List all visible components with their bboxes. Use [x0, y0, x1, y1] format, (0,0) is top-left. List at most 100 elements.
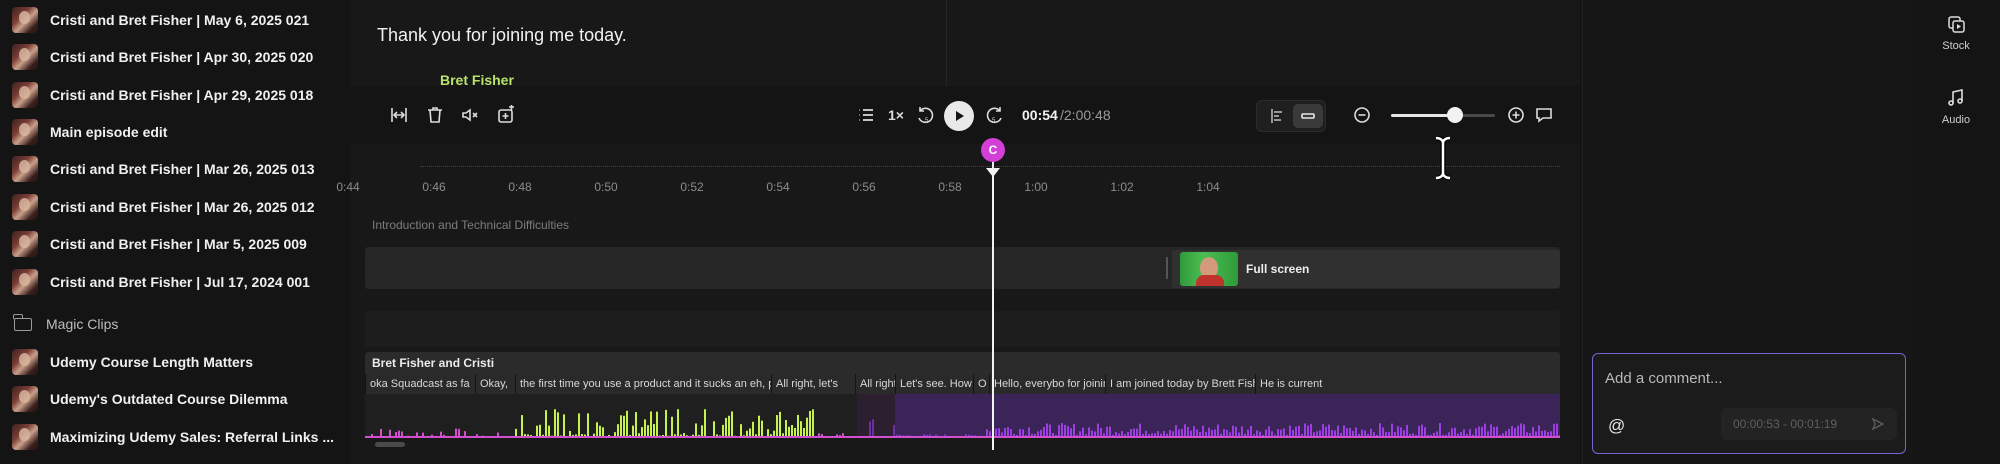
project-thumbnail	[12, 231, 38, 257]
timeline-toolbar: 1× 5 5 00:54 /2:00:48	[350, 86, 1580, 144]
skip-back-button[interactable]: 5	[910, 100, 940, 130]
project-item[interactable]: Cristi and Bret Fisher | Mar 26, 2025 01…	[12, 192, 315, 222]
playhead-handle[interactable]	[986, 168, 1000, 177]
clip-thumbnail	[12, 386, 38, 412]
timeline-scrollbar[interactable]	[375, 442, 405, 447]
ruler-baseline	[420, 166, 1560, 167]
project-item[interactable]: Cristi and Bret Fisher | Mar 26, 2025 01…	[12, 154, 315, 184]
zoom-out-icon	[1354, 107, 1370, 123]
word-segment[interactable]: All right, let's	[771, 374, 855, 394]
ruler-tick: 0:58	[938, 180, 962, 194]
zoom-in-button[interactable]	[1501, 100, 1531, 130]
ruler-tick: 0:54	[766, 180, 790, 194]
stacked-view-button[interactable]	[1262, 104, 1292, 128]
project-item[interactable]: Cristi and Bret Fisher | Mar 5, 2025 009	[12, 229, 307, 259]
project-item[interactable]: Cristi and Bret Fisher | Apr 29, 2025 01…	[12, 80, 313, 110]
word-segment[interactable]: the first time you use a product and it …	[515, 374, 771, 394]
clip-item[interactable]: Udemy's Outdated Course Dilemma	[12, 384, 288, 414]
project-thumbnail	[12, 269, 38, 295]
speaker-mute-icon	[462, 108, 478, 122]
total-duration: /2:00:48	[1060, 107, 1111, 123]
minus-bar-icon	[1301, 113, 1315, 119]
comment-time-range[interactable]: 00:00:53 - 00:01:19	[1721, 408, 1897, 440]
transcript-area[interactable]: Thank you for joining me today. Bret Fis…	[350, 0, 1580, 88]
waveform-region	[857, 394, 895, 438]
rail-audio[interactable]: Audio	[1912, 88, 2000, 126]
clip-thumbnail	[12, 424, 38, 450]
project-item[interactable]: Cristi and Bret Fisher | Jul 17, 2024 00…	[12, 267, 310, 297]
playhead-marker[interactable]: C	[981, 138, 1005, 162]
playhead[interactable]	[992, 142, 994, 450]
project-label: Cristi and Bret Fisher | Mar 26, 2025 01…	[50, 161, 315, 177]
word-segment[interactable]: Okay,	[475, 374, 515, 394]
ruler-tick: 0:56	[852, 180, 876, 194]
compact-view-button[interactable]	[1293, 104, 1323, 128]
zoom-slider-handle[interactable]	[1447, 107, 1464, 123]
ruler-tick: 0:50	[594, 180, 618, 194]
clip-trim-handle[interactable]	[1166, 257, 1168, 279]
add-scene-icon	[498, 105, 514, 123]
word-segment[interactable]: O	[973, 374, 989, 394]
ruler-tick: 0:46	[422, 180, 446, 194]
playback-speed-button[interactable]: 1×	[881, 100, 911, 130]
zoom-out-button[interactable]	[1347, 100, 1377, 130]
comment-input[interactable]	[1605, 370, 1895, 387]
waveform-baseline	[365, 436, 1560, 438]
rail-stock[interactable]: Stock	[1912, 14, 2000, 52]
stock-icon	[1948, 16, 1965, 33]
word-segment[interactable]: All right.	[855, 374, 895, 394]
clip-label: Udemy Course Length Matters	[50, 354, 254, 370]
project-label: Cristi and Bret Fisher | May 6, 2025 021	[50, 12, 310, 28]
align-left-icon	[1271, 109, 1282, 123]
send-icon[interactable]	[1871, 417, 1885, 431]
trash-icon	[428, 107, 442, 123]
timeline-ruler[interactable]: 0:44 0:46 0:48 0:50 0:52 0:54 0:56 0:58 1:00 1:02…	[336, 144, 1580, 198]
word-segment[interactable]: I am joined today by Brett Fisher, my	[1105, 374, 1255, 394]
mention-button[interactable]: @	[1608, 416, 1625, 436]
comments-toggle-button[interactable]	[1529, 100, 1559, 130]
project-item[interactable]: Cristi and Bret Fisher | Apr 30, 2025 02…	[12, 42, 313, 72]
delete-button[interactable]	[420, 100, 450, 130]
scene-clip[interactable]: Full screen	[1172, 250, 1560, 288]
chapter-title: Introduction and Technical Difficulties	[372, 218, 570, 232]
word-track[interactable]: oka Squadcast as fa Okay, the first time y…	[365, 374, 1560, 394]
project-label: Cristi and Bret Fisher | Mar 26, 2025 01…	[50, 199, 315, 215]
mute-button[interactable]	[455, 100, 485, 130]
skip-forward-button[interactable]: 5	[980, 100, 1010, 130]
transcript-line[interactable]: Thank you for joining me today.	[377, 25, 627, 46]
comments-panel: @ 00:00:53 - 00:01:19	[1582, 0, 1912, 464]
asset-rail: Stock Audio	[1912, 0, 2000, 464]
magic-clips-folder[interactable]: Magic Clips	[13, 312, 118, 336]
scene-thumbnail	[1180, 252, 1238, 286]
word-segment[interactable]: He is current	[1255, 374, 1560, 394]
audio-note-icon	[1948, 89, 1963, 106]
clip-item[interactable]: Udemy Course Length Matters	[12, 347, 253, 377]
word-segment[interactable]: Hello, everybo for joining	[989, 374, 1105, 394]
playback-speed: 1×	[888, 107, 904, 123]
zoom-in-icon	[1508, 107, 1524, 123]
transcript-divider	[946, 0, 947, 86]
split-clip-button[interactable]	[384, 100, 414, 130]
current-time: 00:54	[1022, 107, 1058, 123]
add-scene-button[interactable]	[491, 100, 521, 130]
text-cursor-icon	[1435, 136, 1451, 180]
project-item[interactable]: Main episode edit	[12, 117, 167, 147]
project-thumbnail	[12, 82, 38, 108]
waveform-svg	[365, 394, 1560, 438]
ruler-tick: 0:44	[336, 180, 360, 194]
project-thumbnail	[12, 156, 38, 182]
track-view-toggle	[1256, 100, 1326, 132]
play-button[interactable]	[944, 101, 974, 131]
ruler-tick: 1:00	[1024, 180, 1048, 194]
word-segment[interactable]: oka Squadcast as fa	[365, 374, 475, 394]
project-item[interactable]: Cristi and Bret Fisher | May 6, 2025 021	[12, 5, 309, 35]
clip-label: Udemy's Outdated Course Dilemma	[50, 391, 288, 407]
clip-label: Maximizing Udemy Sales: Referral Links .…	[50, 429, 334, 445]
clip-item[interactable]: Maximizing Udemy Sales: Referral Links .…	[12, 422, 334, 452]
word-segment[interactable]: Let's see. How do	[895, 374, 973, 394]
audio-waveform[interactable]	[365, 394, 1560, 438]
empty-track[interactable]	[365, 311, 1560, 347]
transcript-list-button[interactable]	[851, 100, 881, 130]
zoom-slider-track[interactable]	[1391, 114, 1495, 117]
time-range-text: 00:00:53 - 00:01:19	[1733, 417, 1838, 431]
